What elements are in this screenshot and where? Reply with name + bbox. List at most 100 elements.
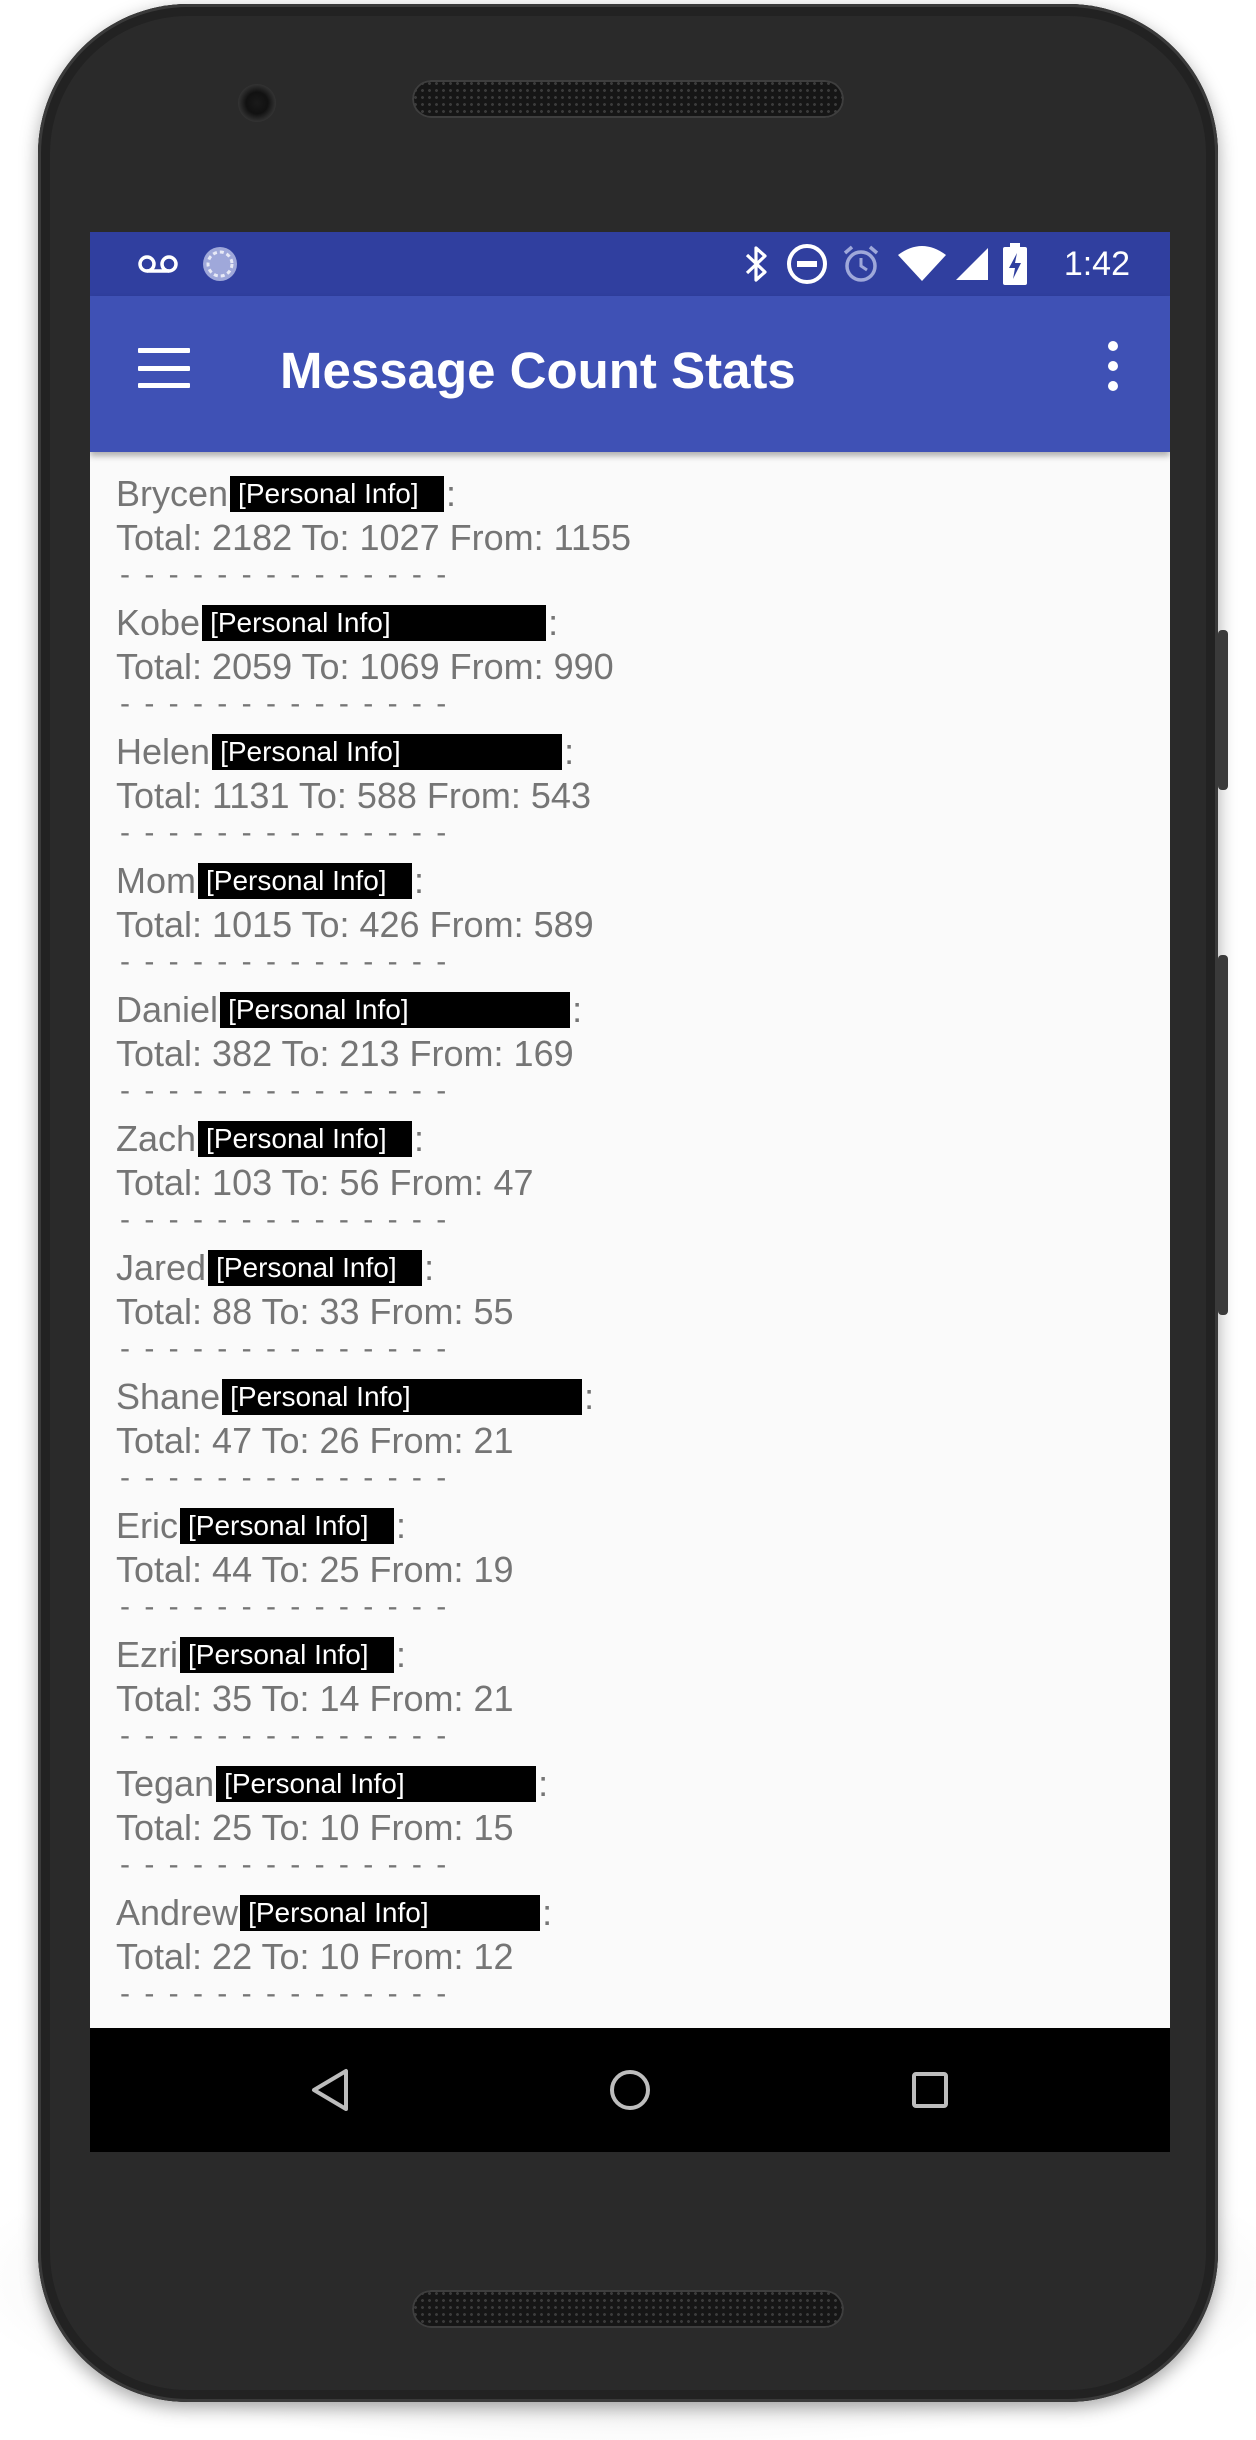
separator-line: - - - - - - - - - - - - - - <box>120 1332 450 1365</box>
cell-signal-icon <box>952 232 992 296</box>
battery-charging-icon <box>1000 232 1030 296</box>
recents-square-icon[interactable] <box>898 2058 962 2122</box>
list-item: Zach [Personal Info]: Total: 103 To: 56 Fr… <box>90 1117 1170 1246</box>
list-item: Shane [Personal Info]: Total: 47 To: 26 Fr… <box>90 1375 1170 1504</box>
personal-info-redaction: [Personal Info] <box>212 734 563 770</box>
contact-name: Eric <box>116 1505 178 1546</box>
message-totals: Total: 2059 To: 1069 From: 990 <box>116 646 614 687</box>
separator-line: - - - - - - - - - - - - - - <box>120 1719 450 1752</box>
contact-name: Andrew <box>116 1892 239 1933</box>
contact-name-line: Shane [Personal Info]: <box>116 1375 1170 1419</box>
message-totals: Total: 88 To: 33 From: 55 <box>116 1291 514 1332</box>
contact-name: Zach <box>116 1118 197 1159</box>
personal-info-redaction: [Personal Info] <box>198 863 412 899</box>
top-speaker-grille <box>412 80 844 118</box>
wifi-icon <box>896 232 948 296</box>
contact-name: Ezri <box>116 1634 178 1675</box>
app-title: Message Count Stats <box>280 342 796 399</box>
list-item: Jared [Personal Info]: Total: 88 To: 33 Fr… <box>90 1246 1170 1375</box>
contact-name-line: Brycen [Personal Info]: <box>116 472 1170 516</box>
separator-line: - - - - - - - - - - - - - - <box>120 1848 450 1881</box>
list-item: Eric [Personal Info]: Total: 44 To: 25 Fro… <box>90 1504 1170 1633</box>
contact-stats-list[interactable]: Brycen [Personal Info]: Total: 2182 To: 10… <box>90 452 1170 2028</box>
voicemail-icon <box>136 232 180 296</box>
do-not-disturb-icon <box>784 232 830 296</box>
name-colon: : <box>414 860 425 901</box>
contact-name-line: Jared [Personal Info]: <box>116 1246 1170 1290</box>
contact-name: Brycen <box>116 473 229 514</box>
contact-name: Kobe <box>116 602 201 643</box>
more-vert-icon[interactable] <box>1098 336 1128 396</box>
separator-line: - - - - - - - - - - - - - - <box>120 687 450 720</box>
home-circle-icon[interactable] <box>598 2058 662 2122</box>
name-colon: : <box>564 731 575 772</box>
contact-name: Mom <box>116 860 196 901</box>
personal-info-redaction: [Personal Info] <box>222 1379 583 1415</box>
separator-line: - - - - - - - - - - - - - - <box>120 1203 450 1236</box>
contact-name: Shane <box>116 1376 221 1417</box>
name-colon: : <box>446 473 457 514</box>
message-totals: Total: 35 To: 14 From: 21 <box>116 1678 514 1719</box>
power-button[interactable] <box>1218 630 1228 790</box>
contact-name-line: Ezri [Personal Info]: <box>116 1633 1170 1677</box>
name-colon: : <box>584 1376 595 1417</box>
separator-line: - - - - - - - - - - - - - - <box>120 558 450 591</box>
contact-name: Jared <box>116 1247 207 1288</box>
phone-screen: 1:42 Message Count Stats Brycen [Personal… <box>90 232 1170 2152</box>
volume-rocker[interactable] <box>1218 955 1228 1315</box>
name-colon: : <box>414 1118 425 1159</box>
list-item: Brycen [Personal Info]: Total: 2182 To: 10… <box>90 472 1170 601</box>
list-item: Ezri [Personal Info]: Total: 35 To: 14 Fro… <box>90 1633 1170 1762</box>
bottom-speaker-grille <box>412 2290 844 2328</box>
front-camera <box>238 84 276 122</box>
contact-name-line: Mom [Personal Info]: <box>116 859 1170 903</box>
name-colon: : <box>538 1763 549 1804</box>
name-colon: : <box>424 1247 435 1288</box>
hamburger-menu-icon[interactable] <box>138 342 190 394</box>
contact-name: Helen <box>116 731 211 772</box>
name-colon: : <box>396 1505 407 1546</box>
list-item: Daniel [Personal Info]: Total: 382 To: 213… <box>90 988 1170 1117</box>
personal-info-redaction: [Personal Info] <box>180 1637 394 1673</box>
contact-name-line: Zach [Personal Info]: <box>116 1117 1170 1161</box>
app-bar: Message Count Stats <box>90 296 1170 452</box>
message-totals: Total: 1131 To: 588 From: 543 <box>116 775 591 816</box>
separator-line: - - - - - - - - - - - - - - <box>120 945 450 978</box>
message-totals: Total: 25 To: 10 From: 15 <box>116 1807 514 1848</box>
personal-info-redaction: [Personal Info] <box>180 1508 394 1544</box>
personal-info-redaction: [Personal Info] <box>202 605 547 641</box>
message-totals: Total: 2182 To: 1027 From: 1155 <box>116 517 632 558</box>
personal-info-redaction: [Personal Info] <box>216 1766 537 1802</box>
sync-circle-icon <box>200 232 240 296</box>
contact-name-line: Andrew [Personal Info]: <box>116 1891 1170 1935</box>
name-colon: : <box>548 602 559 643</box>
list-item: Helen [Personal Info]: Total: 1131 To: 588… <box>90 730 1170 859</box>
name-colon: : <box>396 1634 407 1675</box>
separator-line: - - - - - - - - - - - - - - <box>120 1461 450 1494</box>
message-totals: Total: 103 To: 56 From: 47 <box>116 1162 534 1203</box>
back-triangle-icon[interactable] <box>298 2058 362 2122</box>
alarm-icon <box>838 232 884 296</box>
name-colon: : <box>542 1892 553 1933</box>
navigation-bar <box>90 2028 1170 2152</box>
list-item: Kobe [Personal Info]: Total: 2059 To: 1069… <box>90 601 1170 730</box>
message-totals: Total: 1015 To: 426 From: 589 <box>116 904 594 945</box>
message-totals: Total: 47 To: 26 From: 21 <box>116 1420 514 1461</box>
contact-name-line: Helen [Personal Info]: <box>116 730 1170 774</box>
contact-name-line: Tegan [Personal Info]: <box>116 1762 1170 1806</box>
message-totals: Total: 44 To: 25 From: 19 <box>116 1549 514 1590</box>
personal-info-redaction: [Personal Info] <box>240 1895 541 1931</box>
status-bar: 1:42 <box>90 232 1170 296</box>
bluetooth-icon <box>738 232 774 296</box>
message-totals: Total: 382 To: 213 From: 169 <box>116 1033 574 1074</box>
contact-name: Daniel <box>116 989 219 1030</box>
personal-info-redaction: [Personal Info] <box>208 1250 423 1286</box>
list-item: Mom [Personal Info]: Total: 1015 To: 426 F… <box>90 859 1170 988</box>
status-time: 1:42 <box>1063 245 1130 283</box>
message-totals: Total: 22 To: 10 From: 12 <box>116 1936 514 1977</box>
separator-line: - - - - - - - - - - - - - - <box>120 1074 450 1107</box>
list-item: Andrew [Personal Info]: Total: 22 To: 10 F… <box>90 1891 1170 2020</box>
name-colon: : <box>572 989 583 1030</box>
contact-name-line: Eric [Personal Info]: <box>116 1504 1170 1548</box>
contact-name: Tegan <box>116 1763 215 1804</box>
